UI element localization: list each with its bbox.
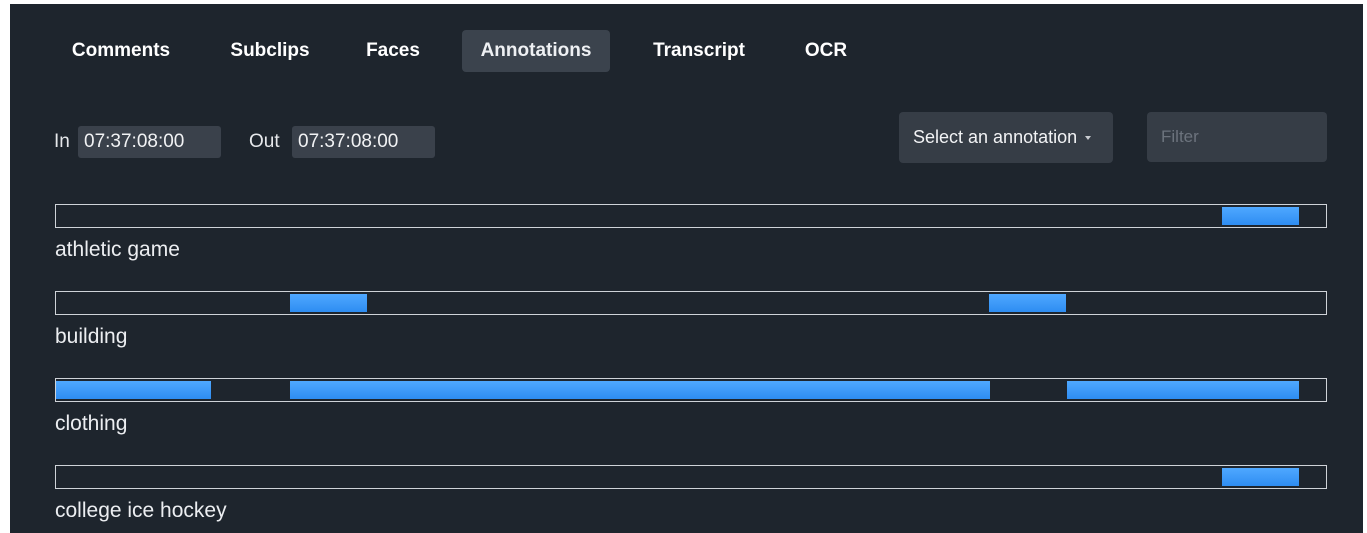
tab-bar: Comments Subclips Faces Annotations Tran… [10, 4, 1363, 104]
annotation-label-college-ice-hockey: college ice hockey [55, 499, 227, 522]
tab-transcript[interactable]: Transcript [637, 30, 761, 72]
tab-annotations[interactable]: Annotations [462, 30, 610, 72]
annotation-label-clothing: clothing [55, 412, 128, 435]
annotation-segment[interactable] [1222, 468, 1299, 486]
in-label: In [54, 131, 70, 152]
annotation-label-building: building [55, 325, 128, 348]
annotation-segment[interactable] [56, 381, 211, 399]
in-timecode-input[interactable] [78, 126, 221, 158]
out-label: Out [249, 131, 280, 152]
annotation-segment[interactable] [989, 294, 1066, 312]
annotation-segment[interactable] [1222, 207, 1299, 225]
annotation-segment[interactable] [290, 294, 367, 312]
annotation-label-athletic-game: athletic game [55, 238, 180, 261]
annotation-segment[interactable] [1067, 381, 1299, 399]
annotation-track-college-ice-hockey[interactable] [55, 465, 1327, 489]
tab-ocr[interactable]: OCR [790, 30, 862, 72]
tab-comments[interactable]: Comments [55, 30, 187, 72]
annotation-segment[interactable] [290, 381, 990, 399]
annotation-track-athletic-game[interactable] [55, 204, 1327, 228]
annotations-panel: Comments Subclips Faces Annotations Tran… [10, 4, 1363, 533]
tab-faces[interactable]: Faces [351, 30, 435, 72]
annotation-select[interactable]: Select an annotation [899, 112, 1113, 163]
filter-input[interactable] [1147, 112, 1327, 162]
annotation-select-value: Select an annotation [913, 127, 1078, 147]
tab-subclips[interactable]: Subclips [213, 30, 327, 72]
annotation-track-building[interactable] [55, 291, 1327, 315]
chevron-down-icon [1085, 136, 1091, 140]
out-timecode-input[interactable] [292, 126, 435, 158]
annotation-track-clothing[interactable] [55, 378, 1327, 402]
